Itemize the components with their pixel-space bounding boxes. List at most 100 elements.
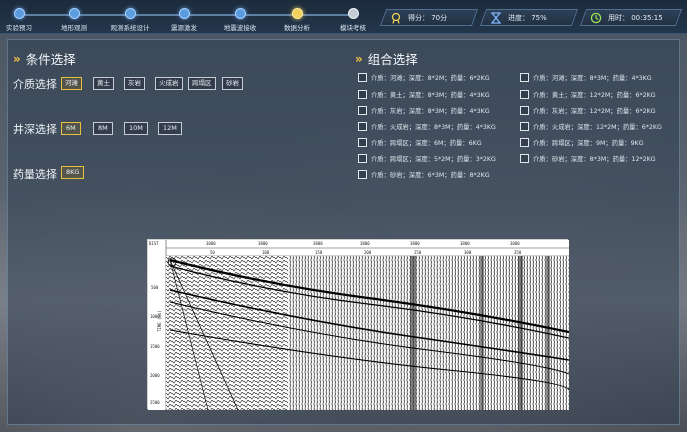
step-module-exam[interactable]: 模块考核: [323, 8, 383, 32]
x-tick-top: 3800: [510, 241, 520, 246]
checkbox[interactable]: [358, 169, 367, 179]
x-tick-top: 3800: [410, 241, 420, 246]
top-bar: 实验预习 地形观测 观测系统设计 震源激发 地震波接收 数据分析 模块考核 得分…: [0, 0, 687, 34]
checkbox[interactable]: [520, 153, 529, 163]
combo-text: 介质：河滩；深度：8*3M；药量：4*3KG: [533, 74, 652, 82]
x-tick-bottom: 350: [514, 250, 522, 255]
combo-text: 介质：跨塌区；深度：6M；药量：6KG: [371, 139, 482, 147]
checkbox[interactable]: [358, 153, 367, 163]
checkbox[interactable]: [358, 105, 367, 115]
step-source-excitation[interactable]: 震源激发: [154, 8, 214, 32]
combo-item[interactable]: 介质：砂岩；深度：8*3M；药量：12*2KG: [520, 152, 656, 164]
condition-section-title: » 条件选择: [13, 49, 76, 68]
combo-text: 介质：灰岩；深度：8*3M；药量：4*3KG: [371, 107, 490, 115]
combo-text: 介质：砂岩；深度：6*3M；药量：8*2KG: [371, 171, 490, 179]
checkbox[interactable]: [520, 137, 529, 147]
depth-option-10m[interactable]: 10M: [124, 122, 148, 135]
checkbox[interactable]: [520, 72, 529, 82]
score-text: 得分： 70分: [408, 13, 448, 22]
step-experiment-preview[interactable]: 实验预习: [0, 8, 49, 32]
combo-text: 介质：河滩；深度：8*2M；药量：6*2KG: [371, 74, 490, 82]
step-label: 震源激发: [171, 24, 197, 32]
chevron-right-icon: »: [13, 51, 21, 66]
step-dot-icon: [234, 8, 246, 19]
medium-option-riverbed[interactable]: 河滩: [61, 77, 82, 90]
x-tick-top: 3800: [360, 241, 370, 246]
checkbox[interactable]: [520, 121, 529, 131]
step-data-analysis[interactable]: 数据分析: [267, 8, 327, 32]
y-axis-title: TIME (ms): [157, 310, 162, 332]
checkbox[interactable]: [520, 105, 529, 115]
medium-option-igneous[interactable]: 火成岩: [155, 77, 183, 90]
combo-item[interactable]: 介质：黄土；深度：12*2M；药量：6*2KG: [520, 88, 656, 100]
charge-label: 药量选择: [13, 168, 57, 181]
medal-icon: [391, 12, 401, 24]
combo-item[interactable]: 介质：跨塌区；深度：6M；药量：6KG: [358, 136, 482, 148]
depth-option-12m[interactable]: 12M: [158, 122, 182, 135]
combo-item[interactable]: 介质：灰岩；深度：8*3M；药量：4*3KG: [358, 104, 490, 116]
combo-item[interactable]: 介质：火成岩；深度：8*3M；药量：4*3KG: [358, 120, 496, 132]
step-dot-icon: [124, 8, 136, 19]
combo-text: 介质：灰岩；深度：12*2M；药量：6*2KG: [533, 107, 656, 115]
step-dot-icon: [68, 8, 80, 19]
checkbox[interactable]: [520, 89, 529, 99]
combo-item[interactable]: 介质：火成岩；深度：12*2M；药量：6*2KG: [520, 120, 662, 132]
medium-option-sandstone[interactable]: 砂岩: [222, 77, 243, 90]
x-tick-bottom: 150: [315, 250, 323, 255]
depth-label: 井深选择: [13, 123, 57, 136]
checkbox[interactable]: [358, 89, 367, 99]
progress-text: 进度： 75%: [508, 13, 547, 22]
medium-label: 介质选择: [13, 78, 57, 91]
seismic-record-image: DIST 3800 3800 3800 3800 3800 3800 3800 …: [147, 239, 570, 411]
seismic-axis-labels: DIST 3800 3800 3800 3800 3800 3800 3800 …: [148, 240, 569, 410]
progress-box: 进度： 75%: [479, 9, 579, 26]
combo-item[interactable]: 介质：黄土；深度：8*3M；药量：4*3KG: [358, 88, 490, 100]
step-dot-icon: [13, 8, 25, 19]
x-tick-bottom: 100: [262, 250, 270, 255]
medium-option-loess[interactable]: 黄土: [93, 77, 114, 90]
combo-text: 介质：火成岩；深度：8*3M；药量：4*3KG: [371, 123, 496, 131]
x-tick-bottom: 250: [414, 250, 422, 255]
step-observation-design[interactable]: 观测系统设计: [100, 8, 160, 32]
medium-option-limestone[interactable]: 灰岩: [124, 77, 145, 90]
combo-text: 介质：火成岩；深度：12*2M；药量：6*2KG: [533, 123, 662, 131]
combo-item[interactable]: 介质：灰岩；深度：12*2M；药量：6*2KG: [520, 104, 656, 116]
step-label: 数据分析: [284, 24, 310, 32]
score-box: 得分： 70分: [379, 9, 479, 26]
depth-option-8m[interactable]: 8M: [93, 122, 113, 135]
checkbox[interactable]: [358, 121, 367, 131]
step-label: 实验预习: [6, 24, 32, 32]
combination-title-text: 组合选择: [367, 52, 418, 67]
charge-option-8kg[interactable]: 8KG: [61, 166, 85, 179]
step-label: 地形观测: [61, 24, 87, 32]
step-terrain-observation[interactable]: 地形观测: [44, 8, 104, 32]
combo-text: 介质：黄土；深度：12*2M；药量：6*2KG: [533, 91, 656, 99]
hourglass-icon: [490, 11, 502, 24]
step-label: 观测系统设计: [110, 24, 150, 32]
combo-text: 介质：黄土；深度：8*3M；药量：4*3KG: [371, 91, 490, 99]
depth-option-6m[interactable]: 6M: [61, 122, 81, 135]
step-wave-reception[interactable]: 地震波接收: [210, 8, 270, 32]
checkbox[interactable]: [358, 72, 367, 82]
combo-item[interactable]: 介质：跨塌区；深度：5*2M；药量：3*2KG: [358, 152, 496, 164]
step-label: 地震波接收: [223, 24, 257, 32]
x-tick-top: 3800: [206, 241, 216, 246]
medium-option-collapse-zone[interactable]: 跨塌区: [188, 77, 216, 90]
combo-item[interactable]: 介质：砂岩；深度：6*3M；药量：8*2KG: [358, 168, 490, 180]
time-box: 用时： 00:35:15: [579, 9, 683, 26]
x-tick-top: 3800: [313, 241, 323, 246]
combo-item[interactable]: 介质：河滩；深度：8*2M；药量：6*2KG: [358, 71, 490, 83]
progress-steps: 实验预习 地形观测 观测系统设计 震源激发 地震波接收 数据分析 模块考核: [0, 0, 380, 34]
y-tick: 2000: [150, 373, 160, 378]
combo-item[interactable]: 介质：跨塌区；深度：9M；药量：9KG: [520, 136, 644, 148]
step-dot-icon: [178, 8, 190, 19]
combo-item[interactable]: 介质：河滩；深度：8*3M；药量：4*3KG: [520, 71, 652, 83]
chevron-right-icon: »: [355, 51, 363, 66]
combo-text: 介质：跨塌区；深度：9M；药量：9KG: [533, 139, 644, 147]
checkbox[interactable]: [358, 137, 367, 147]
combo-text: 介质：跨塌区；深度：5*2M；药量：3*2KG: [371, 155, 496, 163]
combo-text: 介质：砂岩；深度：8*3M；药量：12*2KG: [533, 155, 656, 163]
x-tick-bottom: 300: [464, 250, 472, 255]
step-dot-icon: [347, 8, 359, 19]
y-tick: 1500: [150, 344, 160, 349]
